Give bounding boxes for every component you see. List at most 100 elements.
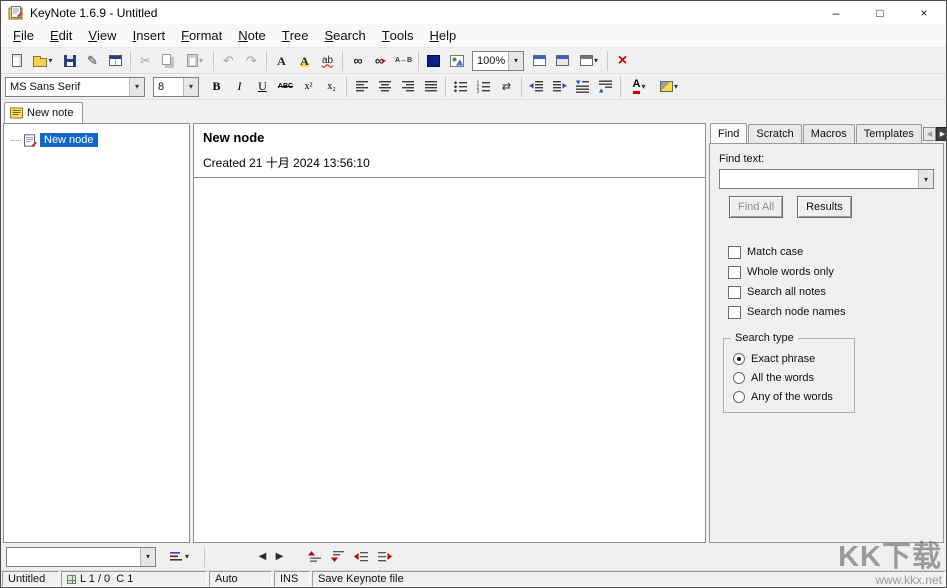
zoom-dropdown-button[interactable]: ▾ (508, 52, 523, 70)
style-combobox[interactable]: ▾ (6, 547, 156, 567)
align-center-button[interactable] (373, 76, 396, 98)
zoom-combobox[interactable]: 100% ▾ (472, 51, 524, 71)
text-highlight-button[interactable]: A (293, 50, 316, 72)
background-color-button[interactable] (422, 50, 445, 72)
find-all-button[interactable]: Find All (729, 196, 783, 218)
editor-text-area[interactable] (194, 177, 705, 542)
image-button[interactable] (445, 50, 468, 72)
menu-tools[interactable]: Tools (374, 24, 422, 47)
menu-help[interactable]: Help (422, 24, 465, 47)
apply-style-button[interactable]: ▾ (164, 546, 194, 568)
spellcheck-button[interactable]: ab (316, 50, 339, 72)
text-direction-button[interactable]: ⇄ (495, 76, 518, 98)
italic-button[interactable]: I (228, 76, 251, 98)
find-button[interactable]: ∞ (346, 50, 369, 72)
close-button[interactable]: × (902, 1, 946, 24)
move-node-up-button[interactable] (304, 546, 327, 568)
maximize-button[interactable]: □ (858, 1, 902, 24)
titlebar[interactable]: KeyNote 1.6.9 - Untitled – □ × (1, 1, 946, 24)
delete-button[interactable]: × (611, 50, 634, 72)
first-line-indent-button[interactable] (571, 76, 594, 98)
style-dropdown-button[interactable]: ▾ (140, 548, 155, 566)
radio-all-the-words[interactable]: All the words (733, 368, 848, 387)
checkbox-search-all-notes[interactable]: Search all notes (728, 282, 934, 302)
move-node-right-icon (377, 550, 392, 563)
tree-node-new-node[interactable]: New node (4, 124, 189, 147)
numbering-button[interactable]: 123 (472, 76, 495, 98)
cut-button[interactable]: ✂ (134, 50, 157, 72)
window-title: KeyNote 1.6.9 - Untitled (30, 6, 157, 20)
font-dropdown-button[interactable]: ▾ (129, 78, 144, 96)
find-next-button[interactable]: ∞▸ (369, 50, 392, 72)
strikethrough-button[interactable]: ABC (274, 76, 297, 98)
new-note-button[interactable] (5, 50, 28, 72)
subscript-button[interactable]: x₂ (320, 76, 343, 98)
menu-format[interactable]: Format (173, 24, 230, 47)
keynote-window: KeyNote 1.6.9 - Untitled – □ × File Edit… (0, 0, 947, 588)
menu-view[interactable]: View (80, 24, 124, 47)
history-back-button[interactable]: ◀ (254, 547, 271, 567)
hanging-indent-button[interactable] (594, 76, 617, 98)
image-icon (450, 55, 464, 67)
replace-button[interactable]: A↔B (392, 50, 415, 72)
open-button[interactable]: ▾ (28, 50, 58, 72)
file-properties-button[interactable] (104, 50, 127, 72)
paste-button[interactable]: ▾ (180, 50, 210, 72)
menu-tree[interactable]: Tree (274, 24, 317, 47)
superscript-button[interactable]: x² (297, 76, 320, 98)
tab-new-note[interactable]: New note (4, 102, 83, 123)
tabs-scroll-right-button[interactable]: ▶ (936, 127, 947, 141)
bold-button[interactable]: B (205, 76, 228, 98)
minimize-button[interactable]: – (814, 1, 858, 24)
font-name-value: MS Sans Serif (6, 81, 129, 93)
indent-button[interactable] (548, 76, 571, 98)
copy-button[interactable] (157, 50, 180, 72)
bullets-button[interactable] (449, 76, 472, 98)
menu-note[interactable]: Note (230, 24, 273, 47)
font-color-button[interactable]: A▾ (624, 76, 654, 98)
show-resource-panel-button[interactable] (528, 50, 551, 72)
font-size-dropdown-button[interactable]: ▾ (183, 78, 198, 96)
radio-any-of-the-words[interactable]: Any of the words (733, 387, 848, 406)
indent-icon (552, 80, 567, 93)
align-left-button[interactable] (350, 76, 373, 98)
radio-exact-phrase[interactable]: Exact phrase (733, 349, 848, 368)
tab-macros[interactable]: Macros (803, 124, 855, 143)
first-line-indent-icon (575, 80, 590, 93)
font-dialog-button[interactable]: A (270, 50, 293, 72)
save-button[interactable] (58, 50, 81, 72)
align-right-button[interactable] (396, 76, 419, 98)
history-forward-button[interactable]: ▶ (271, 547, 288, 567)
tab-templates[interactable]: Templates (856, 124, 922, 143)
redo-button[interactable]: ↷ (240, 50, 263, 72)
font-combobox[interactable]: MS Sans Serif ▾ (5, 77, 145, 97)
checkbox-match-case[interactable]: Match case (728, 242, 934, 262)
justify-button[interactable] (419, 76, 442, 98)
menu-file[interactable]: File (5, 24, 42, 47)
note-properties-button[interactable] (551, 50, 574, 72)
move-node-down-button[interactable] (327, 546, 350, 568)
results-button[interactable]: Results (797, 196, 852, 218)
find-text-dropdown-button[interactable]: ▾ (918, 170, 933, 188)
tabs-scroll-left-button[interactable]: ◀ (923, 127, 936, 141)
move-node-left-button[interactable] (350, 546, 373, 568)
menu-edit[interactable]: Edit (42, 24, 80, 47)
find-text-combobox[interactable]: ▾ (719, 169, 934, 189)
clipboard-capture-button[interactable]: ▾ (574, 50, 604, 72)
move-node-right-button[interactable] (373, 546, 396, 568)
dropdown-icon: ▾ (135, 82, 139, 91)
checkbox-whole-words-only[interactable]: Whole words only (728, 262, 934, 282)
checkbox-search-node-names[interactable]: Search node names (728, 302, 934, 322)
tab-find[interactable]: Find (710, 123, 747, 143)
file-manager-button[interactable]: ✎ (81, 50, 104, 72)
tree-view[interactable]: New node (3, 123, 190, 543)
undo-button[interactable]: ↶ (217, 50, 240, 72)
underline-button[interactable]: U (251, 76, 274, 98)
outdent-button[interactable] (525, 76, 548, 98)
menu-insert[interactable]: Insert (125, 24, 174, 47)
highlight-color-button[interactable]: ▾ (654, 76, 684, 98)
menu-search[interactable]: Search (317, 24, 374, 47)
font-size-combobox[interactable]: 8 ▾ (153, 77, 199, 97)
tab-scratch[interactable]: Scratch (748, 124, 801, 143)
style-icon (169, 550, 184, 563)
